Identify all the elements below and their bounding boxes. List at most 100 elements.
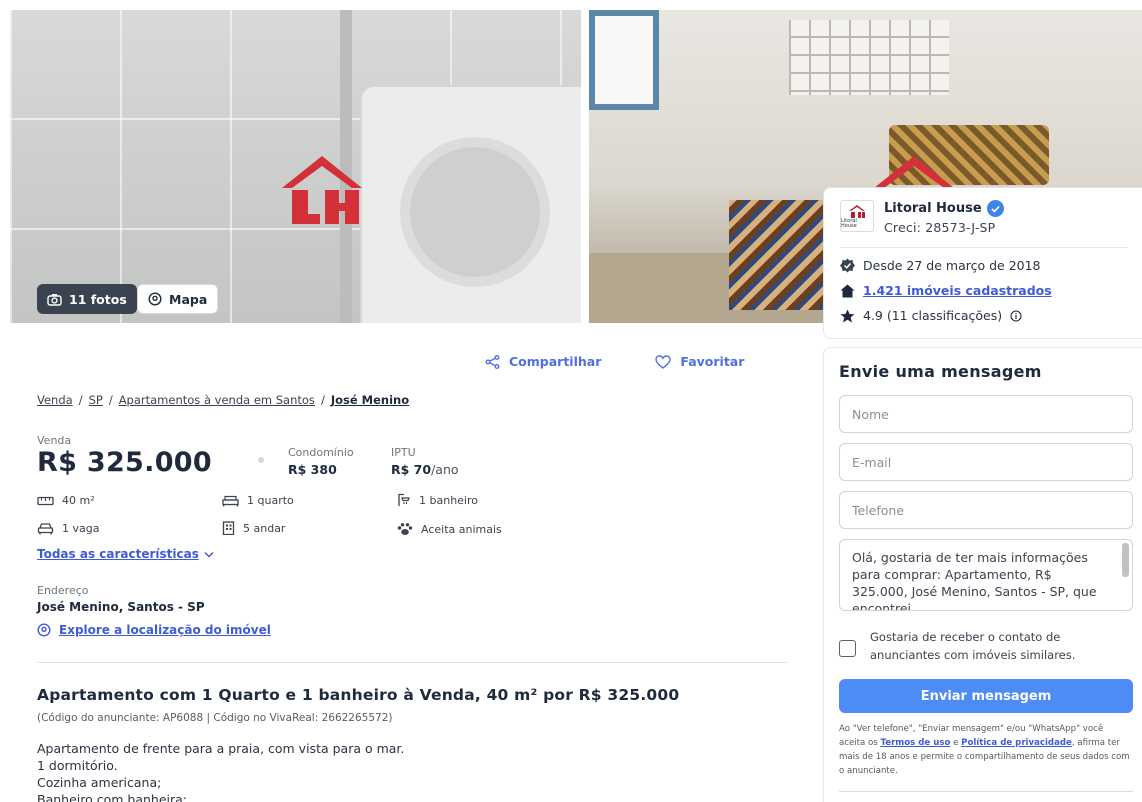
map-button[interactable]: Mapa bbox=[137, 284, 219, 314]
photo-glass-block bbox=[789, 20, 949, 95]
breadcrumb-santos[interactable]: Apartamentos à venda em Santos bbox=[119, 393, 315, 407]
feature-bathrooms: 1 banheiro bbox=[397, 493, 478, 507]
advertiser-card: Litoral House Litoral House Creci: 28573… bbox=[823, 187, 1142, 339]
address-label: Endereço bbox=[37, 584, 89, 597]
house-icon bbox=[840, 284, 855, 297]
message-textarea[interactable]: Olá, gostaria de ter mais informações pa… bbox=[839, 539, 1133, 611]
feature-floor: 5 andar bbox=[222, 521, 285, 535]
advertiser-header: Litoral House Litoral House Creci: 28573… bbox=[840, 200, 1128, 248]
advertiser-logo-text: Litoral House bbox=[841, 217, 857, 229]
legal-text: Ao "Ver telefone", "Enviar mensagem" e/o… bbox=[839, 722, 1132, 778]
car-icon bbox=[37, 523, 54, 535]
all-features-link[interactable]: Todas as características bbox=[37, 547, 214, 561]
feature-pets: Aceita animais bbox=[397, 522, 502, 536]
breadcrumb-separator: / bbox=[320, 393, 325, 407]
advertiser-rating-row: 4.9 (11 classificações) bbox=[840, 308, 1128, 323]
explore-location-link[interactable]: Explore a localização do imóvel bbox=[37, 623, 271, 637]
advertiser-info: Litoral House Creci: 28573-J-SP bbox=[884, 200, 1004, 235]
share-button[interactable]: Compartilhar bbox=[485, 354, 601, 369]
similar-contact-checkbox[interactable] bbox=[839, 640, 856, 657]
breadcrumb-sp[interactable]: SP bbox=[89, 393, 103, 407]
phone-field[interactable] bbox=[839, 491, 1133, 529]
iptu-label: IPTU bbox=[391, 446, 416, 459]
paw-icon bbox=[397, 523, 413, 535]
house-logo-icon bbox=[849, 204, 865, 218]
message-text: Olá, gostaria de ter mais informações pa… bbox=[852, 550, 1097, 611]
description-line: 1 dormitório. bbox=[37, 758, 118, 773]
advertiser-name-row[interactable]: Litoral House bbox=[884, 200, 1004, 217]
share-label: Compartilhar bbox=[509, 354, 602, 369]
advertiser-listings-row[interactable]: 1.421 imóveis cadastrados bbox=[840, 283, 1128, 298]
photo-window bbox=[589, 10, 659, 110]
feature-parking-label: 1 vaga bbox=[62, 522, 100, 535]
breadcrumb-venda[interactable]: Venda bbox=[37, 393, 73, 407]
explore-location-label: Explore a localização do imóvel bbox=[59, 623, 271, 637]
iptu-fee: IPTU R$ 70/ano bbox=[391, 446, 459, 477]
listing-actions: Compartilhar Favoritar bbox=[485, 354, 744, 369]
description-line: Cozinha americana; bbox=[37, 775, 162, 790]
favorite-label: Favoritar bbox=[680, 354, 745, 369]
condo-value: R$ 380 bbox=[288, 462, 337, 477]
photo-laundry[interactable] bbox=[10, 10, 581, 323]
photo-washer bbox=[360, 85, 581, 323]
feature-bedrooms-label: 1 quarto bbox=[247, 494, 294, 507]
listing-title: Apartamento com 1 Quarto e 1 banheiro à … bbox=[37, 686, 680, 704]
price-separator bbox=[258, 457, 264, 463]
contact-form: Envie uma mensagem Olá, gostaria de ter … bbox=[823, 347, 1142, 802]
feature-pets-label: Aceita animais bbox=[421, 522, 502, 536]
feature-bedrooms: 1 quarto bbox=[222, 494, 294, 507]
location-pin-icon bbox=[37, 623, 51, 637]
advertiser-since-row: Desde 27 de março de 2018 bbox=[840, 258, 1128, 273]
price-value: R$ 325.000 bbox=[37, 447, 212, 478]
iptu-value: R$ 70 bbox=[391, 462, 432, 477]
breadcrumb-current[interactable]: José Menino bbox=[331, 393, 409, 407]
chevron-down-icon bbox=[204, 551, 214, 558]
email-field[interactable] bbox=[839, 443, 1133, 481]
message-scrollbar[interactable] bbox=[1122, 543, 1129, 577]
name-field[interactable] bbox=[839, 395, 1133, 433]
photos-button-label: 11 fotos bbox=[69, 291, 127, 307]
description-line: Apartamento de frente para a praia, com … bbox=[37, 741, 405, 756]
heart-icon bbox=[655, 354, 672, 369]
photos-button[interactable]: 11 fotos bbox=[37, 284, 137, 314]
iptu-unit: /ano bbox=[431, 462, 459, 477]
feature-floor-label: 5 andar bbox=[243, 521, 286, 535]
price-block: Venda R$ 325.000 bbox=[37, 434, 212, 478]
terms-link[interactable]: Termos de uso bbox=[881, 738, 951, 748]
feature-parking: 1 vaga bbox=[37, 522, 99, 535]
ruler-icon bbox=[37, 496, 54, 505]
form-divider bbox=[839, 791, 1133, 792]
location-pin-icon bbox=[148, 292, 162, 306]
share-icon bbox=[485, 354, 500, 369]
bed-icon bbox=[222, 495, 239, 506]
advertiser-logo[interactable]: Litoral House bbox=[840, 200, 874, 232]
address-value: José Menino, Santos - SP bbox=[37, 600, 205, 614]
condo-label: Condomínio bbox=[288, 446, 354, 459]
all-features-label: Todas as características bbox=[37, 547, 199, 561]
seal-icon bbox=[840, 258, 855, 273]
verified-badge-icon bbox=[986, 200, 1004, 217]
feature-area-label: 40 m² bbox=[62, 494, 95, 507]
advertiser-creci: Creci: 28573-J-SP bbox=[884, 220, 996, 235]
shower-icon bbox=[398, 493, 410, 506]
camera-icon bbox=[47, 293, 62, 306]
section-divider bbox=[37, 662, 788, 663]
feature-area: 40 m² bbox=[37, 494, 95, 507]
map-button-label: Mapa bbox=[169, 291, 208, 307]
price-label: Venda bbox=[37, 434, 72, 447]
star-icon bbox=[840, 309, 855, 322]
description-line: Banheiro com banheira; bbox=[37, 792, 188, 802]
similar-contact-label: Gostaria de receber o contato de anuncia… bbox=[870, 630, 1076, 662]
listing-codes: (Código do anunciante: AP6088 | Código n… bbox=[37, 712, 393, 724]
condo-fee: Condomínio R$ 380 bbox=[288, 446, 354, 477]
favorite-button[interactable]: Favoritar bbox=[655, 354, 744, 369]
advertiser-listings-link[interactable]: 1.421 imóveis cadastrados bbox=[863, 283, 1052, 298]
info-icon[interactable] bbox=[1010, 309, 1022, 322]
building-icon bbox=[222, 521, 235, 535]
feature-bathrooms-label: 1 banheiro bbox=[419, 493, 478, 507]
listing-description: Apartamento de frente para a praia, com … bbox=[37, 740, 404, 802]
brand-watermark-icon bbox=[282, 156, 362, 224]
breadcrumb-separator: / bbox=[108, 393, 113, 407]
send-message-button[interactable]: Enviar mensagem bbox=[839, 679, 1133, 713]
privacy-link[interactable]: Política de privacidade bbox=[961, 738, 1072, 748]
